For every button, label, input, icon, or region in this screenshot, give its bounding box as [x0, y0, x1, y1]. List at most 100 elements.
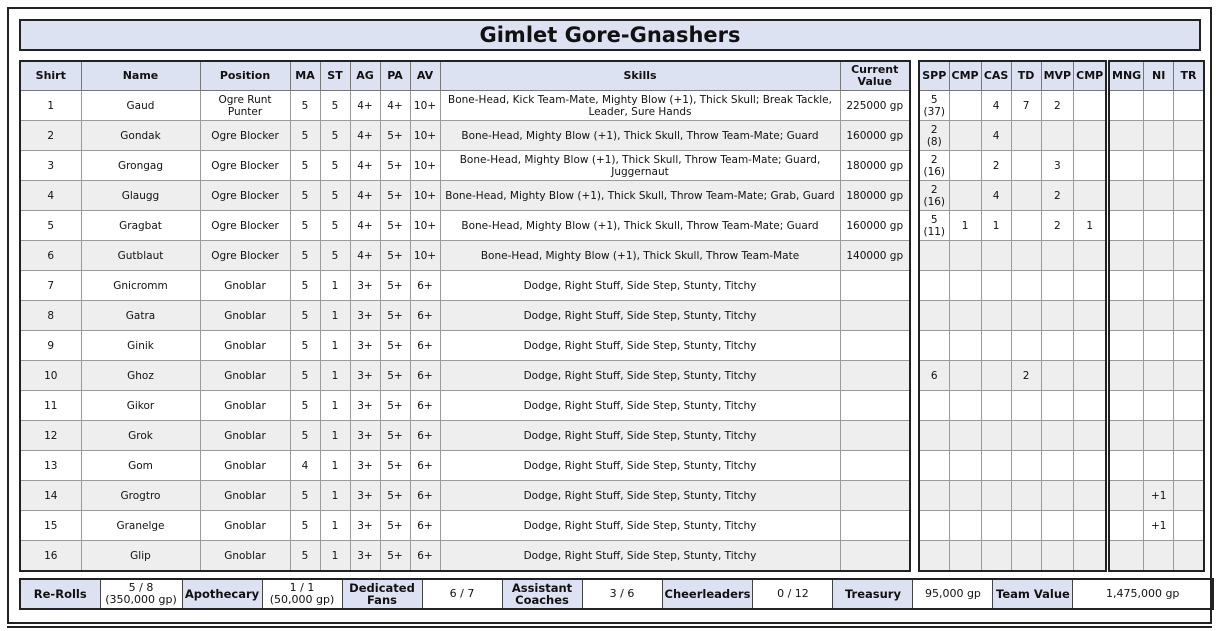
player-position-cell: Gnoblar — [199, 480, 291, 511]
player-av-cell: 6+ — [409, 420, 441, 451]
player-skills-cell: Dodge, Right Stuff, Side Step, Stunty, T… — [439, 270, 841, 301]
player-cas-cell — [980, 330, 1012, 361]
player-ni-cell — [1143, 390, 1175, 421]
misc-header-cell: TR — [1173, 60, 1205, 91]
player-ni-cell — [1143, 300, 1175, 331]
player-name-cell: Ghoz — [80, 360, 201, 391]
player-td-cell: 7 — [1010, 90, 1042, 121]
player-st-cell: 1 — [319, 330, 351, 361]
player-cmp-cell — [948, 510, 982, 541]
player-pa-cell: 4+ — [379, 90, 411, 121]
player-av-cell: 10+ — [409, 90, 441, 121]
stats-row: 5 (37) 4 7 2 — [918, 90, 1107, 121]
player-ag-cell: 3+ — [349, 270, 381, 301]
misc-table: MNG NI TR +1 +1 — [1108, 60, 1205, 572]
misc-header-row: MNG NI TR — [1108, 60, 1205, 91]
player-ma-cell: 5 — [289, 480, 321, 511]
player-ni-cell — [1143, 270, 1175, 301]
stats-table: SPP CMP CAS TD MVP CMP 5 (37) 4 7 2 2 (8) 4 2 (16) 2 3 2 (1… — [918, 60, 1108, 572]
player-position-cell: Gnoblar — [199, 390, 291, 421]
spp-cell — [918, 480, 950, 511]
cheerleaders-value: 0 / 12 — [752, 578, 834, 610]
player-ag-cell: 4+ — [349, 120, 381, 151]
spp-cell — [918, 450, 950, 481]
player-ni-cell — [1143, 420, 1175, 451]
spp-value: 5 — [930, 213, 938, 226]
player-ag-cell: 4+ — [349, 150, 381, 181]
player-value-cell: 180000 gp — [839, 150, 911, 181]
player-td-cell — [1010, 450, 1042, 481]
player-tr-cell — [1173, 540, 1205, 572]
player-st-cell: 5 — [319, 210, 351, 241]
spp-total: (11) — [923, 225, 946, 238]
stats-header-cell: TD — [1010, 60, 1042, 91]
player-ag-cell: 4+ — [349, 240, 381, 271]
misc-row — [1108, 450, 1205, 481]
roster-header-row: Shirt Name Position MA ST AG PA AV Skills Current… — [19, 60, 911, 91]
spp-cell — [918, 510, 950, 541]
player-st-cell: 1 — [319, 540, 351, 572]
player-shirt-cell: 3 — [19, 150, 82, 181]
roster-row: 14 Grogtro Gnoblar 5 1 3+ 5+ 6+ Dodge, Right Stu… — [19, 480, 911, 511]
player-position-cell: Gnoblar — [199, 360, 291, 391]
player-cas-cell: 2 — [980, 150, 1012, 181]
player-av-cell: 10+ — [409, 210, 441, 241]
player-position-cell: Gnoblar — [199, 540, 291, 572]
player-td-cell — [1010, 540, 1042, 572]
stats-header-cell: MVP — [1040, 60, 1075, 91]
player-av-cell: 6+ — [409, 450, 441, 481]
player-td-cell — [1010, 420, 1042, 451]
stats-row — [918, 450, 1107, 481]
player-cmp2-cell — [1073, 120, 1107, 151]
player-pa-cell: 5+ — [379, 390, 411, 421]
player-mvp-cell: 2 — [1040, 180, 1075, 211]
player-pa-cell: 5+ — [379, 540, 411, 572]
player-mvp-cell: 2 — [1040, 90, 1075, 121]
roster-header-cell: Skills — [439, 60, 841, 91]
stats-row — [918, 240, 1107, 271]
roster-row: 2 Gondak Ogre Blocker 5 5 4+ 5+ 10+ Bone-Head, M… — [19, 120, 911, 151]
player-cmp2-cell: 1 — [1073, 210, 1107, 241]
player-st-cell: 1 — [319, 390, 351, 421]
roster-header-cell: Shirt — [19, 60, 82, 91]
player-cmp-cell: 1 — [948, 210, 982, 241]
misc-row — [1108, 240, 1205, 271]
player-av-cell: 10+ — [409, 180, 441, 211]
player-ma-cell: 5 — [289, 150, 321, 181]
player-name-cell: Gondak — [80, 120, 201, 151]
player-cmp-cell — [948, 420, 982, 451]
player-cas-cell: 1 — [980, 210, 1012, 241]
player-cmp-cell — [948, 450, 982, 481]
player-name-cell: Gutblaut — [80, 240, 201, 271]
player-mvp-cell — [1040, 330, 1075, 361]
stats-row: 2 (16) 4 2 — [918, 180, 1107, 211]
player-cas-cell — [980, 480, 1012, 511]
player-mng-cell — [1108, 450, 1145, 481]
player-td-cell: 2 — [1010, 360, 1042, 391]
player-position-cell: Gnoblar — [199, 450, 291, 481]
coaches-value: 3 / 6 — [581, 578, 663, 610]
player-ag-cell: 3+ — [349, 360, 381, 391]
player-value-cell: 160000 gp — [839, 120, 911, 151]
player-skills-cell: Bone-Head, Mighty Blow (+1), Thick Skull… — [439, 180, 841, 211]
player-av-cell: 6+ — [409, 390, 441, 421]
player-ma-cell: 5 — [289, 360, 321, 391]
player-ni-cell — [1143, 240, 1175, 271]
player-tr-cell — [1173, 420, 1205, 451]
player-skills-cell: Dodge, Right Stuff, Side Step, Stunty, T… — [439, 450, 841, 481]
player-mng-cell — [1108, 360, 1145, 391]
player-mvp-cell — [1040, 360, 1075, 391]
treasury-label: Treasury — [832, 578, 914, 610]
player-av-cell: 10+ — [409, 240, 441, 271]
player-mng-cell — [1108, 300, 1145, 331]
player-cmp2-cell — [1073, 240, 1107, 271]
stats-row — [918, 330, 1107, 361]
spp-value: 6 — [930, 369, 938, 382]
player-cmp2-cell — [1073, 510, 1107, 541]
player-mng-cell — [1108, 120, 1145, 151]
player-av-cell: 10+ — [409, 120, 441, 151]
roster-row: 11 Gikor Gnoblar 5 1 3+ 5+ 6+ Dodge, Right Stuff… — [19, 390, 911, 421]
spp-cell: 6 — [918, 360, 950, 391]
player-ag-cell: 4+ — [349, 210, 381, 241]
player-position-cell: Ogre Blocker — [199, 150, 291, 181]
